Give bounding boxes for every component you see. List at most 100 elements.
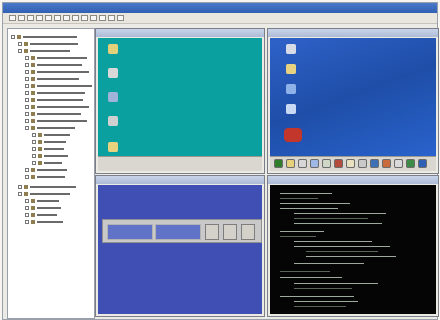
tree-node[interactable] bbox=[25, 104, 89, 109]
browser-icon[interactable] bbox=[334, 159, 343, 168]
tray-button[interactable] bbox=[241, 224, 255, 240]
pane-title-bar[interactable] bbox=[96, 176, 264, 184]
tree-node[interactable] bbox=[25, 205, 61, 210]
expand-icon[interactable] bbox=[25, 111, 29, 116]
tree-node[interactable] bbox=[25, 90, 85, 95]
folder-icon[interactable] bbox=[286, 159, 295, 168]
network-icon[interactable] bbox=[310, 159, 319, 168]
vm-pane-2[interactable] bbox=[267, 28, 439, 174]
recycle-bin-icon[interactable] bbox=[322, 159, 331, 168]
terminal-window[interactable] bbox=[270, 185, 436, 314]
pane-title-bar[interactable] bbox=[96, 29, 264, 37]
expand-icon[interactable] bbox=[18, 41, 22, 46]
tree-node[interactable] bbox=[25, 55, 87, 60]
expand-icon[interactable] bbox=[25, 219, 29, 224]
vm3-taskbar[interactable] bbox=[102, 219, 262, 243]
expand-icon[interactable] bbox=[25, 118, 29, 123]
expand-icon[interactable] bbox=[32, 139, 36, 144]
tree-node[interactable] bbox=[25, 167, 67, 172]
run-icon[interactable] bbox=[370, 159, 379, 168]
tree-node[interactable] bbox=[32, 153, 68, 158]
expand-icon[interactable] bbox=[18, 191, 22, 196]
tree-node[interactable] bbox=[18, 191, 70, 196]
tree-node[interactable] bbox=[25, 97, 83, 102]
title-bar[interactable] bbox=[3, 3, 437, 13]
tree-node[interactable] bbox=[18, 184, 76, 189]
folder-icon[interactable] bbox=[108, 142, 118, 152]
tree-node[interactable] bbox=[25, 212, 57, 217]
edit-icon[interactable] bbox=[99, 15, 106, 21]
vm-pane-1[interactable] bbox=[95, 28, 265, 174]
expand-icon[interactable] bbox=[11, 34, 15, 39]
expand-icon[interactable] bbox=[25, 198, 29, 203]
search-icon[interactable] bbox=[358, 159, 367, 168]
expand-icon[interactable] bbox=[32, 160, 36, 165]
tree-node[interactable] bbox=[25, 111, 81, 116]
vm2-desktop[interactable] bbox=[270, 38, 436, 171]
expand-icon[interactable] bbox=[25, 125, 29, 130]
folder-icon[interactable] bbox=[286, 64, 296, 74]
computer-icon[interactable] bbox=[286, 44, 296, 54]
tree-node[interactable] bbox=[25, 219, 63, 224]
tree-node[interactable] bbox=[25, 62, 82, 67]
browser-icon[interactable] bbox=[286, 104, 296, 114]
help-icon[interactable] bbox=[346, 159, 355, 168]
tree-node[interactable] bbox=[32, 160, 62, 165]
expand-icon[interactable] bbox=[25, 62, 29, 67]
mail-icon[interactable] bbox=[81, 15, 88, 21]
expand-icon[interactable] bbox=[25, 205, 29, 210]
expand-icon[interactable] bbox=[25, 212, 29, 217]
app-icon[interactable] bbox=[284, 128, 302, 142]
expand-icon[interactable] bbox=[18, 184, 22, 189]
tree-node[interactable] bbox=[32, 139, 66, 144]
stop-icon[interactable] bbox=[27, 15, 34, 21]
pane-title-bar[interactable] bbox=[268, 176, 438, 184]
expand-icon[interactable] bbox=[25, 104, 29, 109]
back-icon[interactable] bbox=[9, 15, 16, 21]
folder-icon[interactable] bbox=[108, 44, 118, 54]
home-icon[interactable] bbox=[45, 15, 52, 21]
vm2-toolbar[interactable] bbox=[270, 156, 436, 171]
expand-icon[interactable] bbox=[32, 132, 36, 137]
tree-node[interactable] bbox=[32, 146, 64, 151]
clock-icon[interactable] bbox=[406, 159, 415, 168]
pane-title-bar[interactable] bbox=[268, 29, 438, 37]
tray-button[interactable] bbox=[223, 224, 237, 240]
tree-node[interactable] bbox=[25, 118, 87, 123]
tree-node[interactable] bbox=[25, 69, 89, 74]
expand-icon[interactable] bbox=[25, 83, 29, 88]
vm1-taskbar[interactable] bbox=[98, 156, 262, 171]
settings-icon[interactable] bbox=[117, 15, 124, 21]
tree-node[interactable] bbox=[11, 34, 77, 39]
forward-icon[interactable] bbox=[18, 15, 25, 21]
task-tab[interactable] bbox=[155, 224, 201, 240]
network-icon[interactable] bbox=[286, 84, 296, 94]
search-icon[interactable] bbox=[54, 15, 61, 21]
task-tab[interactable] bbox=[107, 224, 153, 240]
vm-pane-4[interactable] bbox=[267, 175, 439, 317]
expand-icon[interactable] bbox=[25, 76, 29, 81]
sound-icon[interactable] bbox=[418, 159, 427, 168]
recycle-bin-icon[interactable] bbox=[108, 116, 118, 126]
favorites-icon[interactable] bbox=[63, 15, 70, 21]
print-icon[interactable] bbox=[90, 15, 97, 21]
tree-node[interactable] bbox=[32, 132, 70, 137]
tree-node[interactable] bbox=[25, 174, 65, 179]
expand-icon[interactable] bbox=[25, 55, 29, 60]
expand-icon[interactable] bbox=[32, 146, 36, 151]
vm3-desktop[interactable] bbox=[98, 185, 262, 314]
tree-node[interactable] bbox=[18, 48, 70, 53]
network-icon[interactable] bbox=[108, 92, 118, 102]
start-icon[interactable] bbox=[274, 159, 283, 168]
tree-node[interactable] bbox=[25, 83, 92, 88]
tree-node[interactable] bbox=[18, 41, 78, 46]
expand-icon[interactable] bbox=[32, 153, 36, 158]
computer-icon[interactable] bbox=[298, 159, 307, 168]
vm-pane-3[interactable] bbox=[95, 175, 265, 317]
expand-icon[interactable] bbox=[25, 69, 29, 74]
discuss-icon[interactable] bbox=[108, 15, 115, 21]
history-icon[interactable] bbox=[72, 15, 79, 21]
tree-node[interactable] bbox=[25, 198, 59, 203]
tree-node[interactable] bbox=[25, 125, 75, 130]
expand-icon[interactable] bbox=[25, 90, 29, 95]
